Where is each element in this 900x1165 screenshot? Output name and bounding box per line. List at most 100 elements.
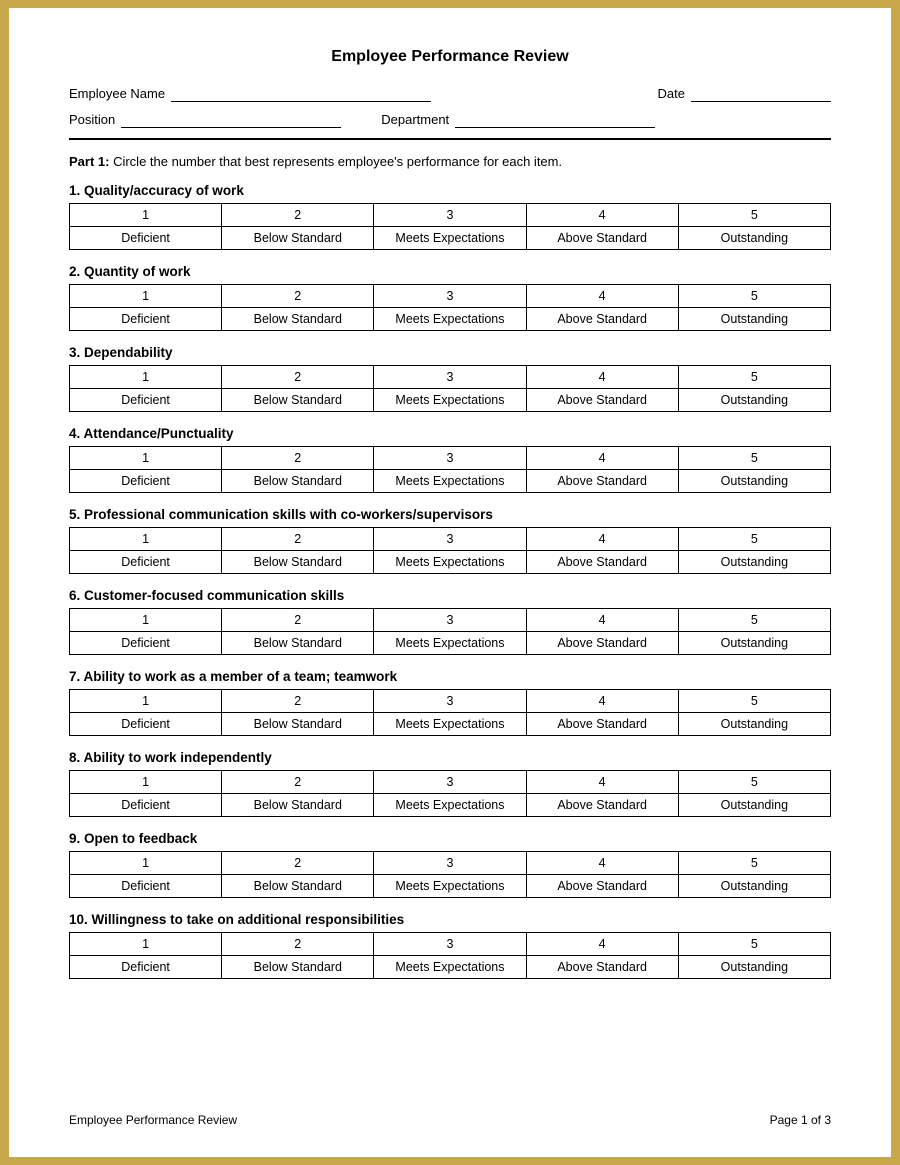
rating-num-2: 2 bbox=[222, 204, 374, 227]
rating-num-4: 4 bbox=[526, 285, 678, 308]
rating-label-1: Deficient bbox=[70, 632, 222, 655]
rating-labels-row-6: DeficientBelow StandardMeets Expectation… bbox=[70, 632, 831, 655]
rating-label-5: Outstanding bbox=[678, 794, 830, 817]
rating-table-7: 12345DeficientBelow StandardMeets Expect… bbox=[69, 689, 831, 736]
rating-label-1: Deficient bbox=[70, 875, 222, 898]
rating-label-4: Above Standard bbox=[526, 389, 678, 412]
rating-numbers-row-9: 12345 bbox=[70, 852, 831, 875]
rating-num-3: 3 bbox=[374, 609, 526, 632]
rating-num-5: 5 bbox=[678, 933, 830, 956]
rating-label-5: Outstanding bbox=[678, 551, 830, 574]
section-10: 10. Willingness to take on additional re… bbox=[69, 912, 831, 979]
rating-label-3: Meets Expectations bbox=[374, 308, 526, 331]
rating-num-2: 2 bbox=[222, 852, 374, 875]
rating-labels-row-9: DeficientBelow StandardMeets Expectation… bbox=[70, 875, 831, 898]
rating-label-4: Above Standard bbox=[526, 713, 678, 736]
rating-label-1: Deficient bbox=[70, 389, 222, 412]
rating-num-3: 3 bbox=[374, 285, 526, 308]
rating-labels-row-8: DeficientBelow StandardMeets Expectation… bbox=[70, 794, 831, 817]
rating-label-3: Meets Expectations bbox=[374, 713, 526, 736]
rating-label-3: Meets Expectations bbox=[374, 875, 526, 898]
rating-label-1: Deficient bbox=[70, 551, 222, 574]
rating-label-3: Meets Expectations bbox=[374, 632, 526, 655]
rating-num-1: 1 bbox=[70, 771, 222, 794]
part1-intro: Part 1: Circle the number that best repr… bbox=[69, 154, 831, 169]
part1-bold: Part 1: bbox=[69, 154, 109, 169]
rating-label-1: Deficient bbox=[70, 794, 222, 817]
rating-label-5: Outstanding bbox=[678, 389, 830, 412]
rating-numbers-row-3: 12345 bbox=[70, 366, 831, 389]
rating-label-2: Below Standard bbox=[222, 875, 374, 898]
rating-num-2: 2 bbox=[222, 447, 374, 470]
rating-num-4: 4 bbox=[526, 609, 678, 632]
rating-label-4: Above Standard bbox=[526, 227, 678, 250]
rating-label-5: Outstanding bbox=[678, 713, 830, 736]
rating-num-5: 5 bbox=[678, 609, 830, 632]
rating-numbers-row-7: 12345 bbox=[70, 690, 831, 713]
section-9-title: 9. Open to feedback bbox=[69, 831, 831, 846]
rating-label-2: Below Standard bbox=[222, 794, 374, 817]
rating-numbers-row-8: 12345 bbox=[70, 771, 831, 794]
rating-num-5: 5 bbox=[678, 690, 830, 713]
section-6-title: 6. Customer-focused communication skills bbox=[69, 588, 831, 603]
rating-label-3: Meets Expectations bbox=[374, 389, 526, 412]
rating-label-4: Above Standard bbox=[526, 308, 678, 331]
part1-text: Circle the number that best represents e… bbox=[109, 154, 562, 169]
rating-labels-row-2: DeficientBelow StandardMeets Expectation… bbox=[70, 308, 831, 331]
rating-numbers-row-2: 12345 bbox=[70, 285, 831, 308]
position-line bbox=[121, 112, 341, 128]
header-fields: Employee Name Date Position Department bbox=[69, 86, 831, 128]
rating-labels-row-10: DeficientBelow StandardMeets Expectation… bbox=[70, 956, 831, 979]
rating-num-1: 1 bbox=[70, 528, 222, 551]
rating-label-4: Above Standard bbox=[526, 470, 678, 493]
rating-num-1: 1 bbox=[70, 609, 222, 632]
rating-num-2: 2 bbox=[222, 690, 374, 713]
rating-label-5: Outstanding bbox=[678, 470, 830, 493]
section-1: 1. Quality/accuracy of work 12345Deficien… bbox=[69, 183, 831, 250]
rating-label-5: Outstanding bbox=[678, 956, 830, 979]
rating-label-4: Above Standard bbox=[526, 956, 678, 979]
rating-num-3: 3 bbox=[374, 366, 526, 389]
section-1-title: 1. Quality/accuracy of work bbox=[69, 183, 831, 198]
section-5: 5. Professional communication skills wit… bbox=[69, 507, 831, 574]
rating-numbers-row-10: 12345 bbox=[70, 933, 831, 956]
section-4-title: 4. Attendance/Punctuality bbox=[69, 426, 831, 441]
rating-label-4: Above Standard bbox=[526, 632, 678, 655]
rating-num-3: 3 bbox=[374, 447, 526, 470]
rating-label-2: Below Standard bbox=[222, 956, 374, 979]
rating-label-5: Outstanding bbox=[678, 875, 830, 898]
rating-table-10: 12345DeficientBelow StandardMeets Expect… bbox=[69, 932, 831, 979]
employee-name-line bbox=[171, 86, 431, 102]
rating-labels-row-1: DeficientBelow StandardMeets Expectation… bbox=[70, 227, 831, 250]
rating-num-5: 5 bbox=[678, 447, 830, 470]
rating-num-4: 4 bbox=[526, 933, 678, 956]
section-6: 6. Customer-focused communication skills… bbox=[69, 588, 831, 655]
page: Employee Performance Review Employee Nam… bbox=[9, 8, 891, 1157]
rating-table-3: 12345DeficientBelow StandardMeets Expect… bbox=[69, 365, 831, 412]
rating-labels-row-4: DeficientBelow StandardMeets Expectation… bbox=[70, 470, 831, 493]
section-5-title: 5. Professional communication skills wit… bbox=[69, 507, 831, 522]
rating-numbers-row-4: 12345 bbox=[70, 447, 831, 470]
department-label: Department bbox=[381, 112, 449, 127]
rating-num-4: 4 bbox=[526, 771, 678, 794]
rating-num-2: 2 bbox=[222, 933, 374, 956]
rating-numbers-row-5: 12345 bbox=[70, 528, 831, 551]
rating-label-5: Outstanding bbox=[678, 632, 830, 655]
rating-num-2: 2 bbox=[222, 528, 374, 551]
rating-num-3: 3 bbox=[374, 204, 526, 227]
rating-label-2: Below Standard bbox=[222, 713, 374, 736]
rating-num-1: 1 bbox=[70, 285, 222, 308]
rating-label-3: Meets Expectations bbox=[374, 227, 526, 250]
department-line bbox=[455, 112, 655, 128]
rating-table-1: 12345DeficientBelow StandardMeets Expect… bbox=[69, 203, 831, 250]
section-4: 4. Attendance/Punctuality 12345DeficientB… bbox=[69, 426, 831, 493]
section-2-title: 2. Quantity of work bbox=[69, 264, 831, 279]
rating-table-9: 12345DeficientBelow StandardMeets Expect… bbox=[69, 851, 831, 898]
sections-container: 1. Quality/accuracy of work12345Deficien… bbox=[69, 183, 831, 979]
rating-num-3: 3 bbox=[374, 528, 526, 551]
section-3-title: 3. Dependability bbox=[69, 345, 831, 360]
section-8: 8. Ability to work independently12345Def… bbox=[69, 750, 831, 817]
rating-num-3: 3 bbox=[374, 933, 526, 956]
page-title: Employee Performance Review bbox=[69, 48, 831, 66]
rating-numbers-row-6: 12345 bbox=[70, 609, 831, 632]
